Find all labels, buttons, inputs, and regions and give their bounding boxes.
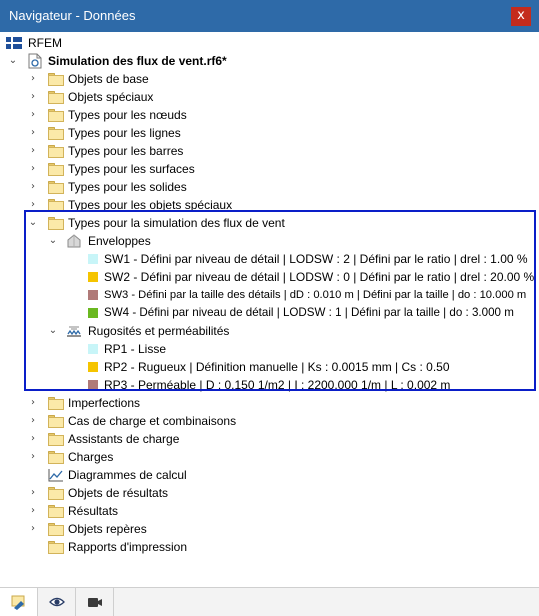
chevron-right-icon[interactable]: › <box>28 430 38 448</box>
tree-item-label: Objets de base <box>68 72 149 86</box>
folder-icon <box>48 109 64 122</box>
chevron-right-icon[interactable]: › <box>28 160 38 178</box>
chevron-right-icon[interactable]: › <box>28 484 38 502</box>
tree-item-types-lignes[interactable]: › Types pour les lignes <box>0 124 539 142</box>
data-navigator-icon <box>11 595 25 610</box>
tree-item-label: Types pour les surfaces <box>68 162 195 176</box>
folder-icon <box>48 73 64 86</box>
tree-item-types-noeuds[interactable]: › Types pour les nœuds <box>0 106 539 124</box>
chevron-right-icon[interactable]: › <box>28 178 38 196</box>
tree-item-resultats[interactable]: › Résultats <box>0 502 539 520</box>
chevron-right-icon[interactable]: › <box>28 412 38 430</box>
tree-item-label: Cas de charge et combinaisons <box>68 414 237 428</box>
chevron-right-icon[interactable]: › <box>28 70 38 88</box>
rfem-flag-icon <box>6 37 22 49</box>
navigator-tree: RFEM ⌄ Simulation des flux de vent.rf6* … <box>0 32 539 587</box>
chevron-down-icon[interactable]: ⌄ <box>8 52 18 70</box>
folder-icon <box>48 451 64 464</box>
tree-item-rapports[interactable]: Rapports d'impression <box>0 538 539 556</box>
tree-item-types-barres[interactable]: › Types pour les barres <box>0 142 539 160</box>
tree-item-assistants[interactable]: › Assistants de charge <box>0 430 539 448</box>
tree-item-diagrammes[interactable]: Diagrammes de calcul <box>0 466 539 484</box>
folder-icon <box>48 505 64 518</box>
file-name-label: Simulation des flux de vent.rf6* <box>48 54 227 68</box>
tab-views[interactable] <box>76 588 114 616</box>
tree-item-label: Assistants de charge <box>68 432 180 446</box>
title-bar: Navigateur - Données x <box>0 0 539 32</box>
folder-icon <box>48 487 64 500</box>
tree-item-imperfections[interactable]: › Imperfections <box>0 394 539 412</box>
tab-data-navigator[interactable] <box>0 588 38 616</box>
tree-item-label: Imperfections <box>68 396 141 410</box>
folder-icon <box>48 523 64 536</box>
chevron-right-icon[interactable]: › <box>28 124 38 142</box>
chevron-right-icon[interactable]: › <box>28 106 38 124</box>
tree-file-row[interactable]: ⌄ Simulation des flux de vent.rf6* <box>0 52 539 70</box>
tree-item-label: Rapports d'impression <box>68 540 188 554</box>
folder-icon <box>48 415 64 428</box>
selection-highlight-frame <box>24 210 536 391</box>
chevron-right-icon[interactable]: › <box>28 502 38 520</box>
chevron-right-icon[interactable]: › <box>28 448 38 466</box>
tree-item-label: Objets de résultats <box>68 486 169 500</box>
folder-icon <box>48 145 64 158</box>
tree-item-objets-speciaux[interactable]: › Objets spéciaux <box>0 88 539 106</box>
close-button[interactable]: x <box>511 7 531 26</box>
chevron-right-icon[interactable]: › <box>28 88 38 106</box>
tree-item-label: Types pour les nœuds <box>68 108 187 122</box>
tree-root-label: RFEM <box>28 36 62 50</box>
tab-display[interactable] <box>38 588 76 616</box>
chevron-right-icon[interactable]: › <box>28 520 38 538</box>
tree-item-cas-de-charge[interactable]: › Cas de charge et combinaisons <box>0 412 539 430</box>
tree-item-label: Types pour les lignes <box>68 126 181 140</box>
tree-item-objets-de-base[interactable]: › Objets de base <box>0 70 539 88</box>
folder-icon <box>48 127 64 140</box>
tree-item-charges[interactable]: › Charges <box>0 448 539 466</box>
model-file-icon <box>28 53 42 69</box>
chevron-right-icon[interactable]: › <box>28 394 38 412</box>
chart-icon <box>48 469 63 482</box>
tree-item-label: Types pour les barres <box>68 144 184 158</box>
tree-item-objets-reperes[interactable]: › Objets repères <box>0 520 539 538</box>
folder-icon <box>48 181 64 194</box>
tree-item-label: Diagrammes de calcul <box>68 468 187 482</box>
folder-icon <box>48 433 64 446</box>
folder-icon <box>48 541 64 554</box>
tree-item-label: Objets repères <box>68 522 147 536</box>
tree-item-types-surfaces[interactable]: › Types pour les surfaces <box>0 160 539 178</box>
tree-item-label: Charges <box>68 450 114 464</box>
tree-item-types-solides[interactable]: › Types pour les solides <box>0 178 539 196</box>
eye-icon <box>49 597 65 607</box>
window-title: Navigateur - Données <box>9 8 136 23</box>
tree-item-objets-resultats[interactable]: › Objets de résultats <box>0 484 539 502</box>
camera-icon <box>88 598 102 607</box>
tree-item-label: Objets spéciaux <box>68 90 154 104</box>
folder-icon <box>48 397 64 410</box>
folder-icon <box>48 163 64 176</box>
tree-item-label: Types pour les solides <box>68 180 187 194</box>
chevron-right-icon[interactable]: › <box>28 142 38 160</box>
tree-item-label: Résultats <box>68 504 119 518</box>
bottom-tab-bar <box>0 587 539 616</box>
folder-icon <box>48 91 64 104</box>
